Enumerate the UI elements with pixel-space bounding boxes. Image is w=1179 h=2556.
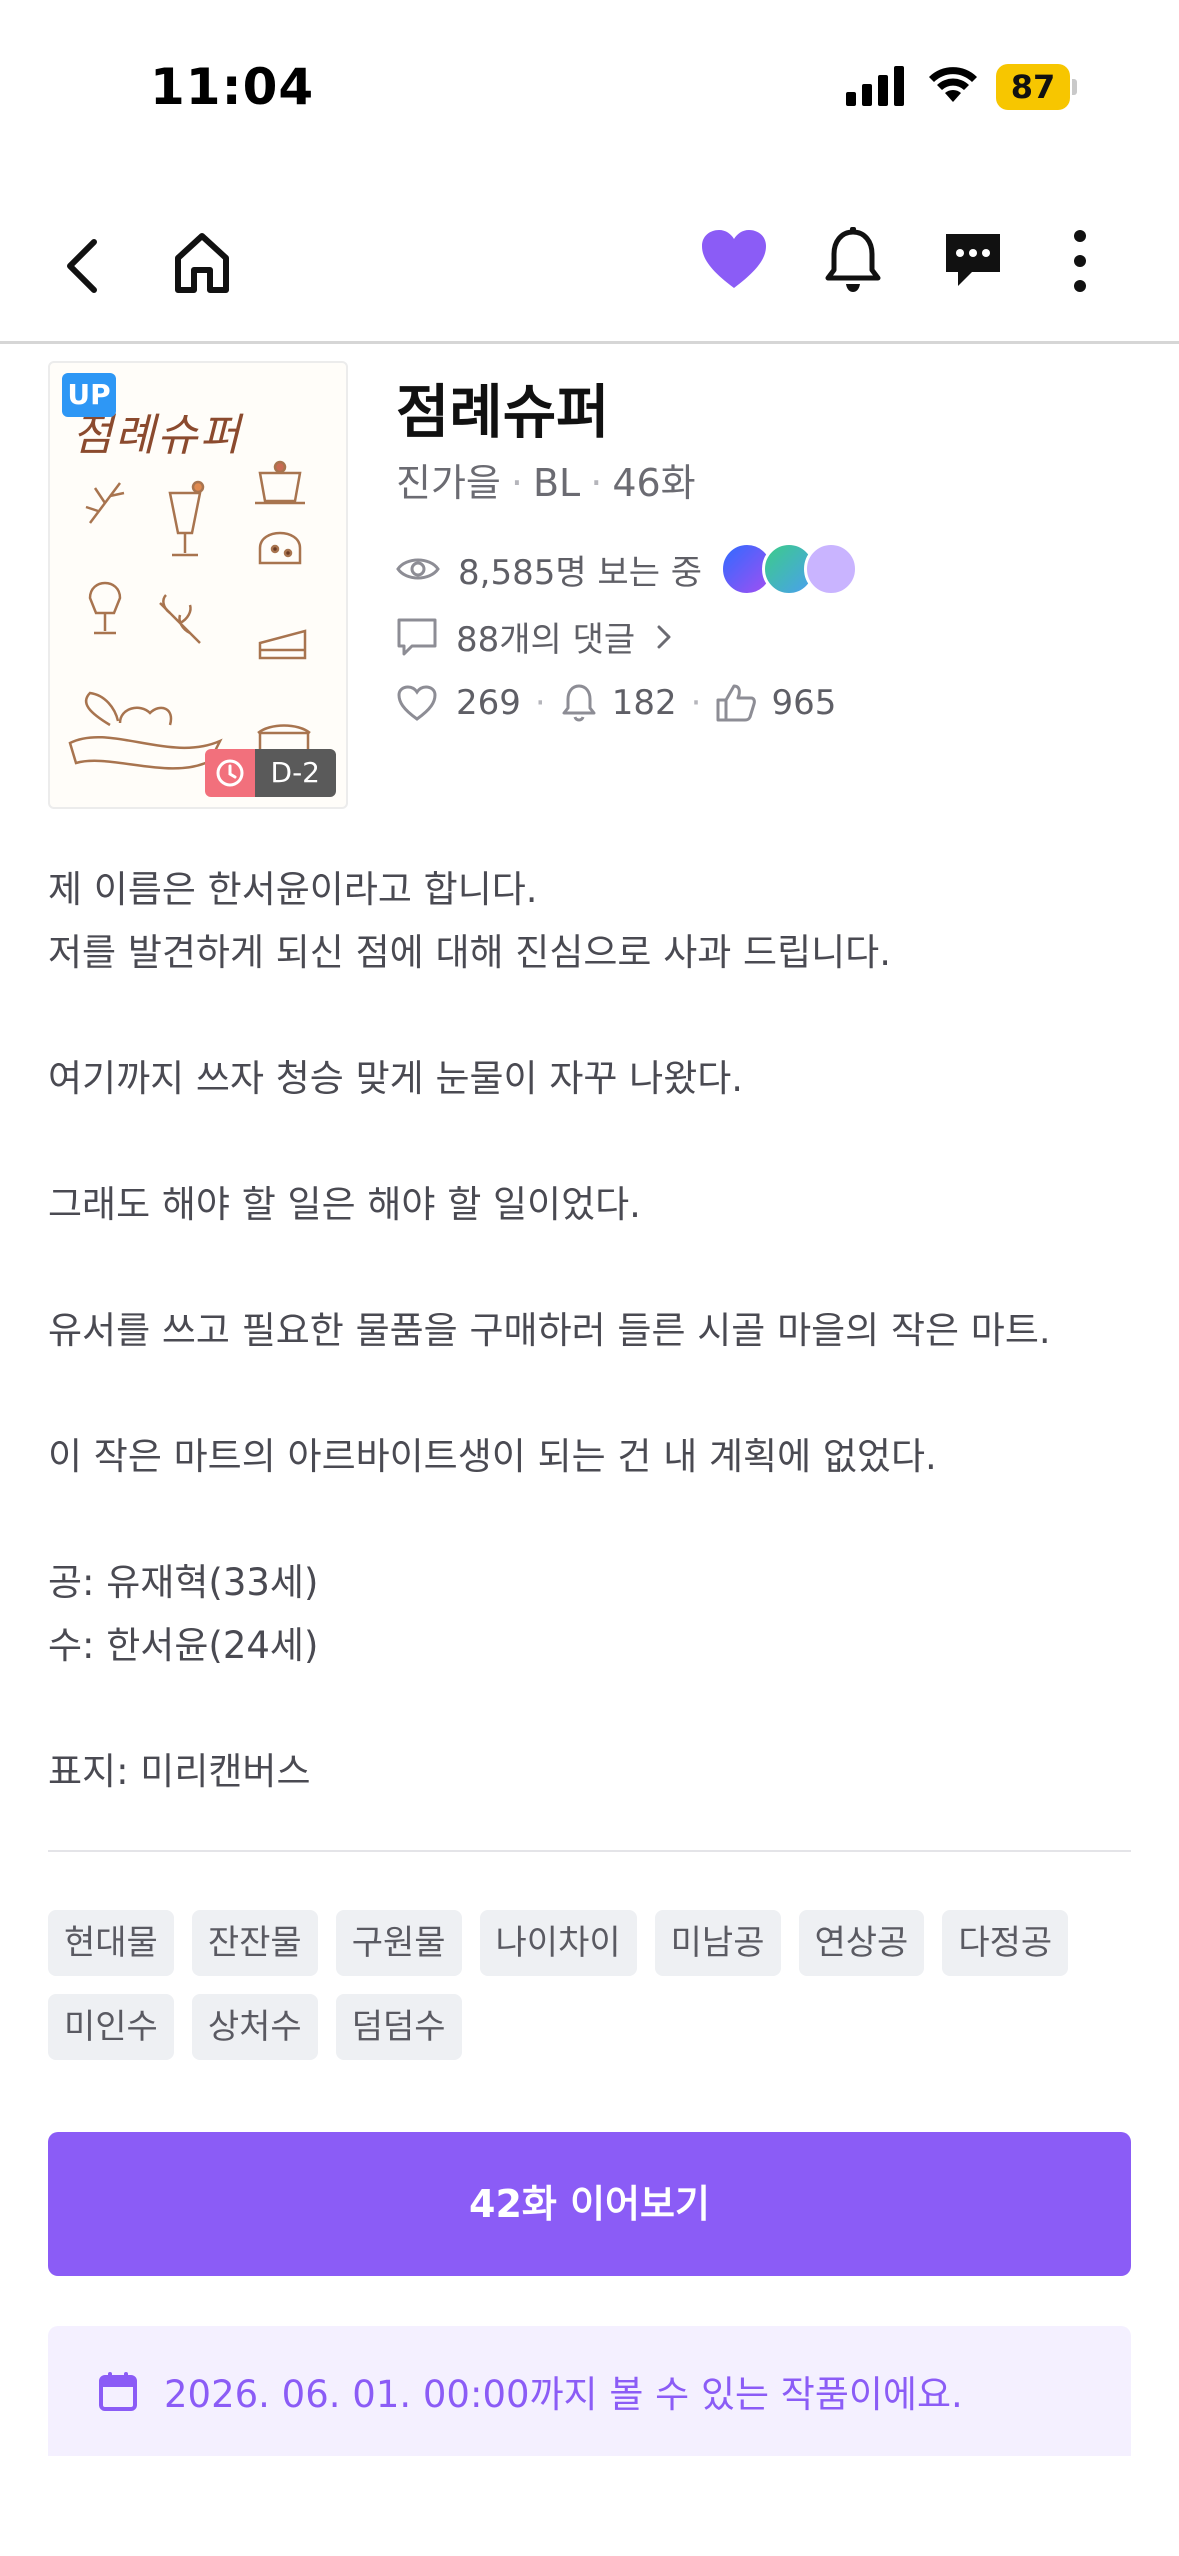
dday-text: D-2 bbox=[254, 749, 336, 797]
synopsis-line bbox=[48, 1362, 1128, 1425]
availability-text: 2026. 06. 01. 00:00까지 볼 수 있는 작품이에요. bbox=[164, 2373, 963, 2416]
tag-chip[interactable]: 구원물 bbox=[335, 1910, 462, 1976]
viewers-count: 8,585명 보는 중 bbox=[458, 552, 703, 593]
synopsis-line bbox=[48, 1110, 1128, 1173]
chat-icon[interactable] bbox=[942, 230, 1004, 290]
section-divider bbox=[48, 1850, 1131, 1852]
up-badge: UP bbox=[62, 373, 116, 417]
comments-link[interactable]: 88개의 댓글 bbox=[396, 612, 679, 661]
synopsis-line: 공: 유재혁(33세) bbox=[48, 1561, 319, 1604]
genre: BL bbox=[532, 461, 581, 505]
tag-chip[interactable]: 상처수 bbox=[191, 1994, 318, 2060]
synopsis: 제 이름은 한서윤이라고 합니다. 저를 발견하게 되신 점에 대해 진심으로 … bbox=[48, 858, 1128, 1803]
bell-outline-icon bbox=[562, 684, 596, 722]
back-icon[interactable] bbox=[58, 234, 108, 298]
synopsis-line: 수: 한서윤(24세) bbox=[48, 1624, 319, 1667]
comment-icon bbox=[397, 618, 437, 655]
subscribers-count: 182 bbox=[611, 683, 677, 723]
episode-count: 46화 bbox=[612, 461, 696, 505]
dday-badge: D-2 bbox=[204, 749, 336, 797]
work-title: 점례슈퍼 bbox=[396, 378, 610, 446]
more-icon[interactable] bbox=[1070, 228, 1090, 294]
status-time: 11:04 bbox=[150, 58, 315, 116]
synopsis-line bbox=[48, 1488, 1128, 1551]
work-meta: 진가을 · BL · 46화 bbox=[396, 461, 696, 505]
viewer-avatars bbox=[720, 542, 859, 596]
battery-indicator: 87 bbox=[996, 64, 1077, 110]
eye-icon bbox=[396, 558, 440, 580]
heart-icon[interactable] bbox=[700, 228, 768, 290]
avatar bbox=[804, 542, 859, 596]
synopsis-line: 그래도 해야 할 일은 해야 할 일이었다. bbox=[48, 1183, 641, 1226]
cellular-signal-icon bbox=[846, 66, 904, 106]
top-nav bbox=[0, 200, 1179, 344]
tag-chip[interactable]: 잔잔물 bbox=[191, 1910, 318, 1976]
synopsis-line: 유서를 쓰고 필요한 물품을 구매하러 들른 시골 마을의 작은 마트. bbox=[48, 1309, 1051, 1352]
synopsis-line bbox=[48, 984, 1128, 1047]
cover-image[interactable]: 점례슈퍼 UP D-2 bbox=[48, 361, 348, 809]
heart-outline-icon bbox=[397, 685, 437, 721]
author-name[interactable]: 진가을 bbox=[396, 461, 501, 505]
tag-chip[interactable]: 다정공 bbox=[942, 1910, 1069, 1976]
synopsis-line: 이 작은 마트의 아르바이트생이 되는 건 내 계획에 없었다. bbox=[48, 1435, 937, 1478]
chevron-right-icon bbox=[657, 625, 671, 648]
tag-list: 현대물 잔잔물 구원물 나이차이 미남공 연상공 다정공 미인수 상처수 덤덤수 bbox=[48, 1910, 1131, 2078]
recommends-count: 965 bbox=[771, 683, 837, 723]
availability-notice: 2026. 06. 01. 00:00까지 볼 수 있는 작품이에요. bbox=[48, 2326, 1131, 2456]
thumbs-up-icon bbox=[716, 684, 757, 722]
battery-level: 87 bbox=[1010, 68, 1056, 106]
synopsis-line: 여기까지 쓰자 청승 맞게 눈물이 자꾸 나왔다. bbox=[48, 1057, 744, 1100]
tag-chip[interactable]: 덤덤수 bbox=[335, 1994, 462, 2060]
wifi-icon bbox=[929, 67, 977, 102]
status-bar: 11:04 87 bbox=[0, 0, 1179, 170]
continue-reading-button[interactable]: 42화 이어보기 bbox=[48, 2132, 1131, 2276]
tag-chip[interactable]: 현대물 bbox=[48, 1910, 174, 1976]
tag-chip[interactable]: 미인수 bbox=[48, 1994, 174, 2060]
likes-count: 269 bbox=[456, 683, 521, 723]
comments-count: 88개의 댓글 bbox=[456, 620, 636, 660]
synopsis-line: 제 이름은 한서윤이라고 합니다. bbox=[48, 868, 538, 911]
tag-chip[interactable]: 미남공 bbox=[654, 1910, 781, 1976]
synopsis-line: 표지: 미리캔버스 bbox=[48, 1750, 311, 1793]
synopsis-line: 저를 발견하게 되신 점에 대해 진심으로 사과 드립니다. bbox=[48, 931, 891, 974]
calendar-icon bbox=[99, 2372, 137, 2411]
synopsis-line bbox=[48, 1677, 1128, 1740]
viewers-row: 8,585명 보는 중 bbox=[396, 542, 859, 596]
home-icon[interactable] bbox=[172, 230, 232, 296]
tag-chip[interactable]: 나이차이 bbox=[479, 1910, 637, 1976]
clock-icon bbox=[204, 749, 255, 797]
tag-chip[interactable]: 연상공 bbox=[798, 1910, 925, 1976]
bell-icon[interactable] bbox=[822, 226, 884, 296]
reaction-counts: 269 · 182 · 965 bbox=[396, 682, 836, 724]
synopsis-line bbox=[48, 1236, 1128, 1299]
